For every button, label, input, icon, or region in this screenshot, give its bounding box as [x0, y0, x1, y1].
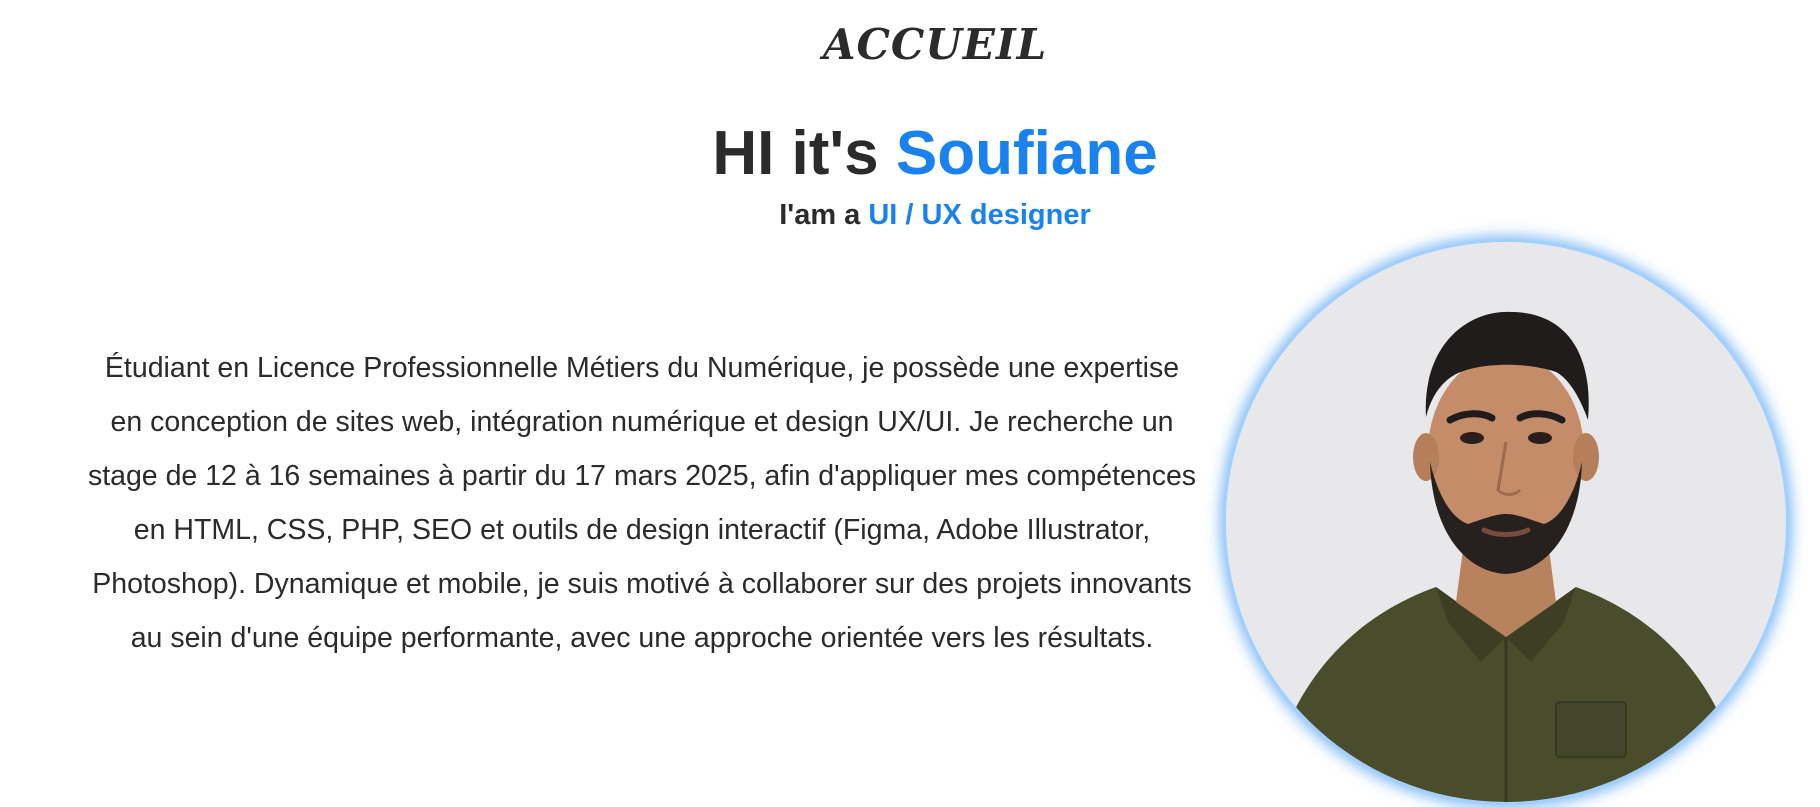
hero-name: Soufiane — [895, 119, 1158, 188]
hero-subtitle-prefix: I'am a — [779, 199, 869, 231]
bio-paragraph: Étudiant en Licence Professionnelle Méti… — [87, 352, 1197, 654]
hero-role: UI / UX designer — [868, 199, 1091, 231]
hero-heading-prefix: HI it's — [712, 119, 896, 188]
profile-portrait-illustration — [1226, 242, 1786, 802]
section-title: ACCUEIL — [822, 20, 1048, 69]
hero-subtitle: I'am a UI / UX designer — [0, 199, 1820, 232]
hero-heading: HI it's Soufiane — [0, 118, 1820, 189]
page: ACCUEIL HI it's Soufiane I'am a UI / UX … — [0, 0, 1820, 807]
profile-photo — [1226, 242, 1786, 802]
